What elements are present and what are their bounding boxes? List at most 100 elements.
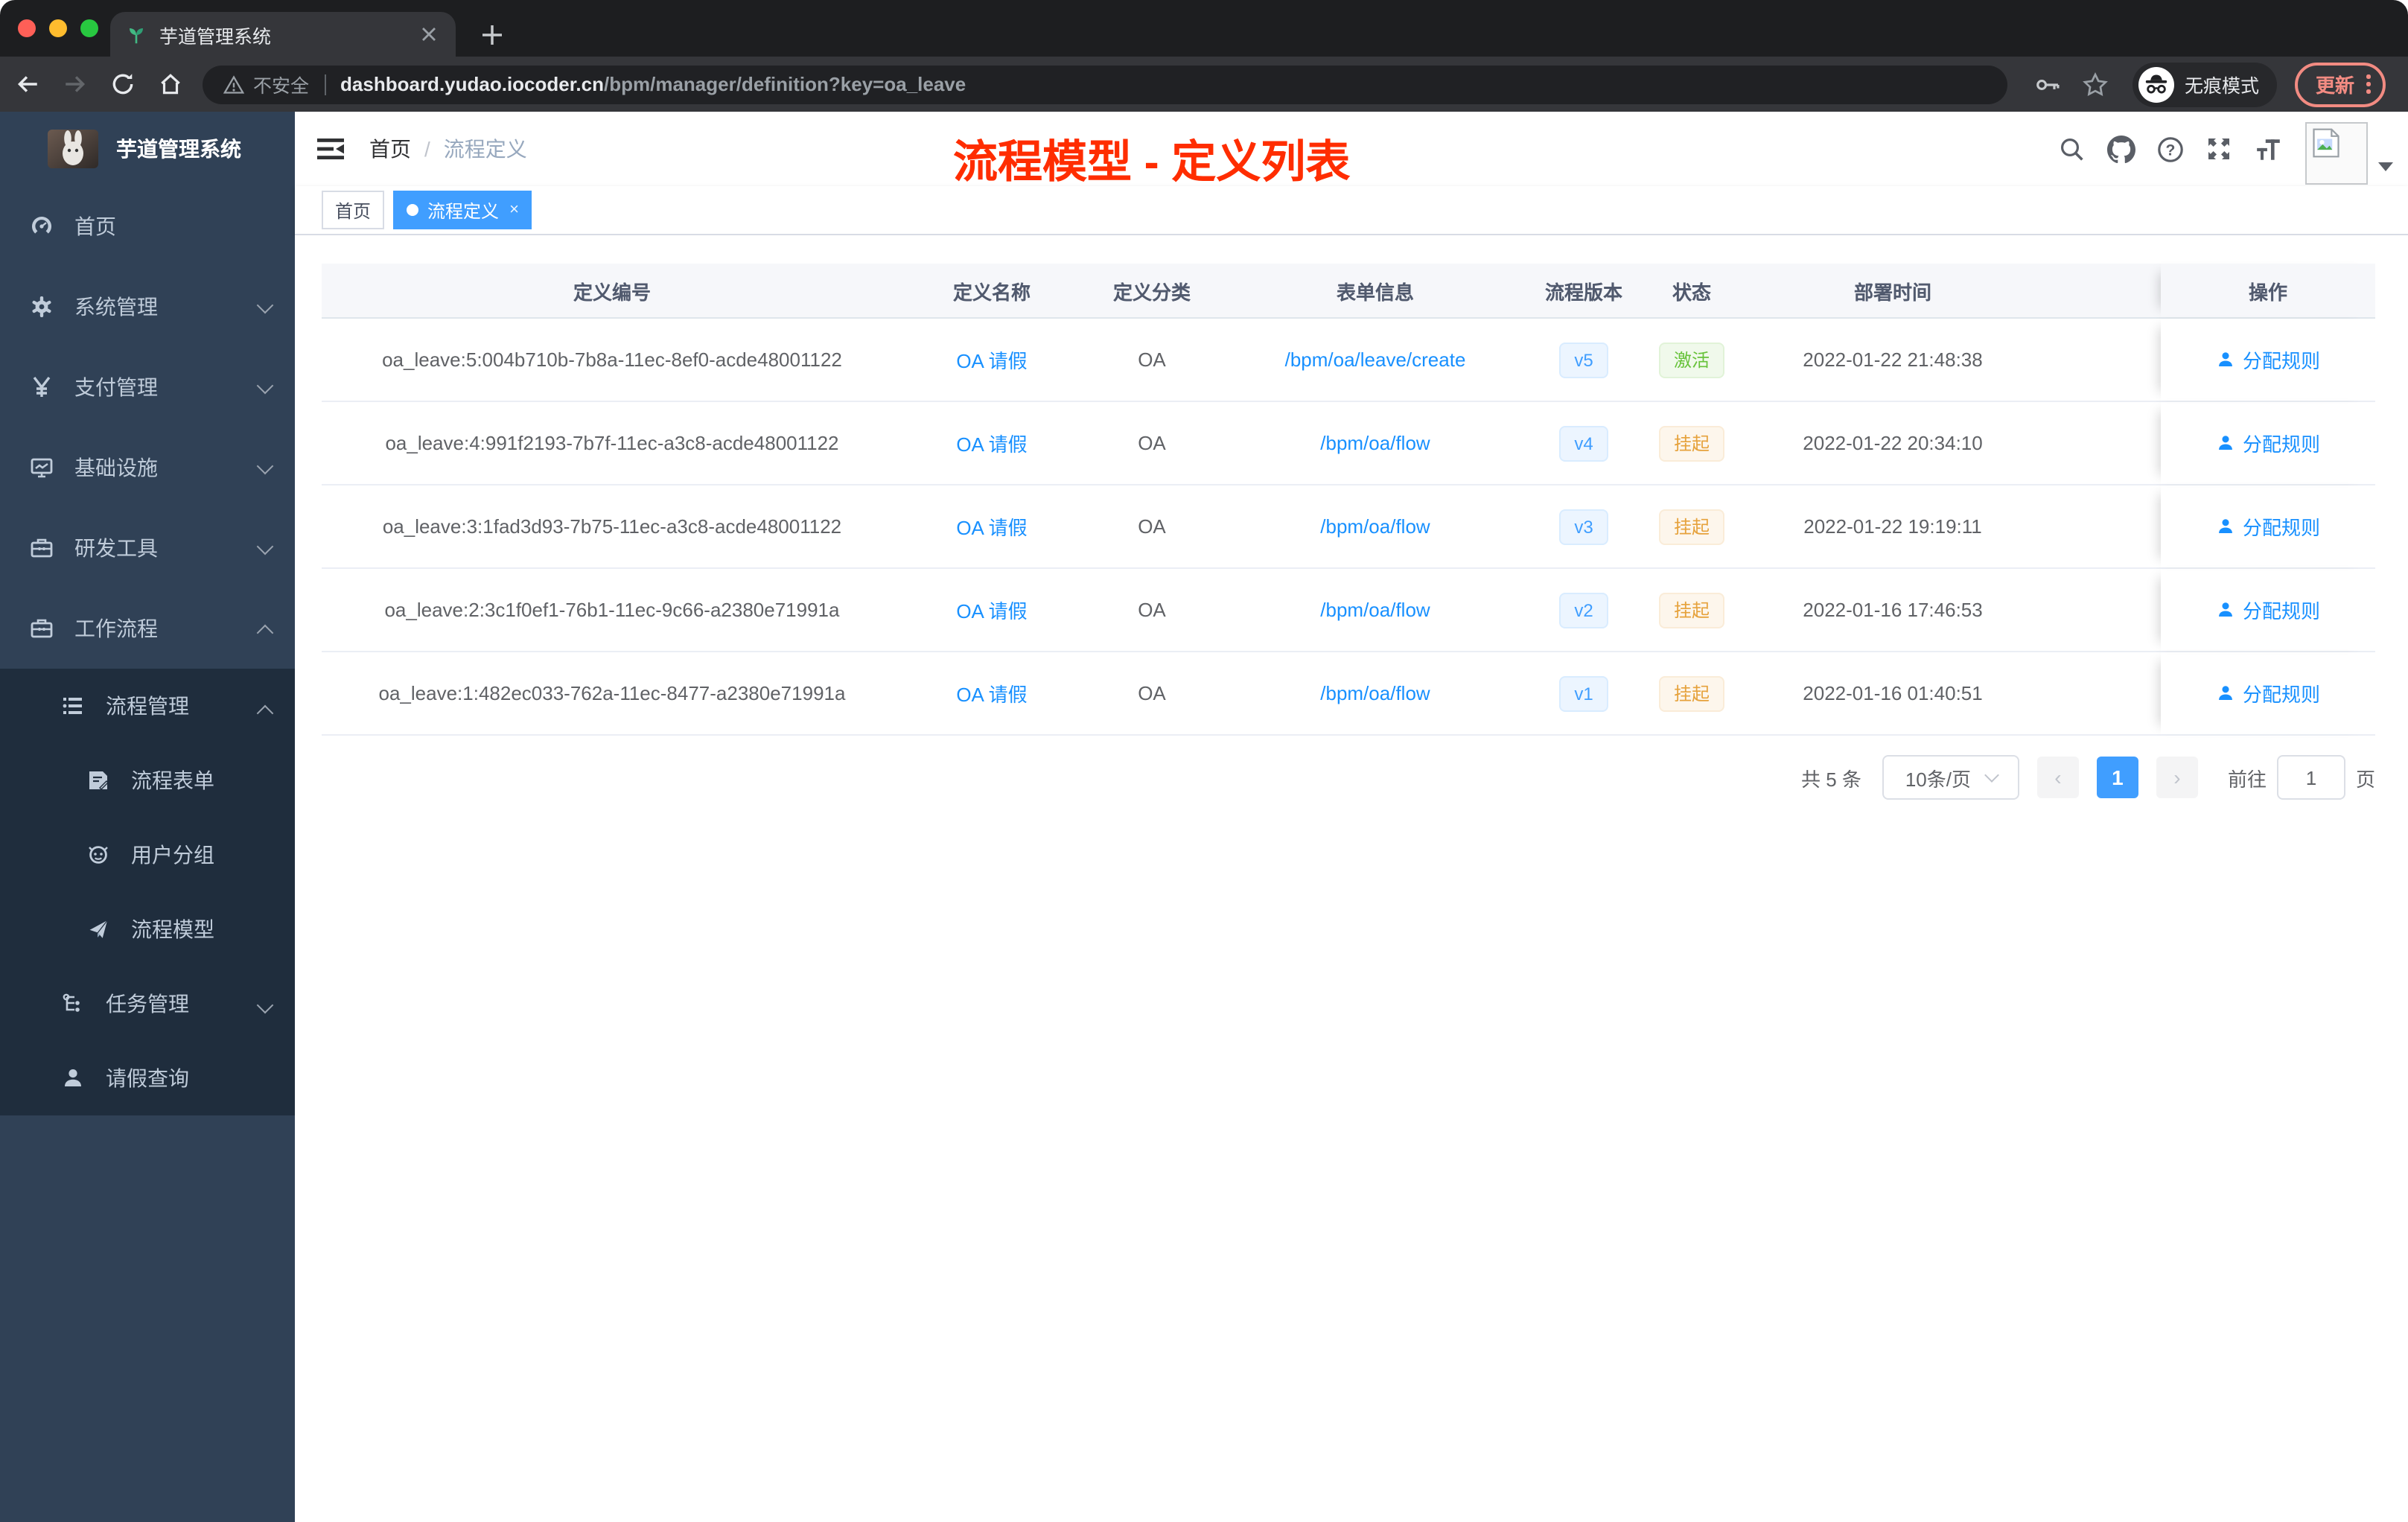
list-icon <box>61 694 85 718</box>
prev-page-button[interactable]: ‹ <box>2036 757 2079 798</box>
sidebar-item-process-form[interactable]: 流程表单 <box>0 743 295 818</box>
definition-id: oa_leave:4:991f2193-7b7f-11ec-a3c8-acde4… <box>385 432 839 454</box>
page-size-select[interactable]: 10条/页 <box>1882 755 2019 800</box>
definition-name-link[interactable]: OA 请假 <box>956 512 1027 541</box>
bookmark-star-icon[interactable] <box>2076 65 2115 104</box>
security-label[interactable]: 不安全 <box>253 70 309 98</box>
user-group-icon <box>86 843 110 867</box>
breadcrumb-current: 流程定义 <box>443 137 527 161</box>
form-link[interactable]: /bpm/oa/flow <box>1320 682 1430 704</box>
version-badge: v2 <box>1559 592 1608 628</box>
user-icon <box>61 1066 85 1090</box>
version-badge: v4 <box>1559 425 1608 461</box>
chevron-up-icon <box>256 624 274 642</box>
search-icon[interactable] <box>2049 127 2094 171</box>
sidebar-item-leave-query[interactable]: 请假查询 <box>0 1041 295 1115</box>
version-badge: v1 <box>1559 675 1608 711</box>
sidebar-item-task-management[interactable]: 任务管理 <box>0 967 295 1041</box>
toolbox-icon <box>30 536 54 560</box>
assign-rule-button[interactable]: 分配规则 <box>2216 512 2320 541</box>
sidebar-item-dev-tools[interactable]: 研发工具 <box>0 508 295 588</box>
sidebar-item-user-group[interactable]: 用户分组 <box>0 818 295 892</box>
assign-rule-button[interactable]: 分配规则 <box>2216 596 2320 624</box>
deploy-time: 2022-01-22 19:19:11 <box>1803 515 1982 538</box>
window-minimize-button[interactable] <box>49 19 67 37</box>
gear-icon <box>30 295 54 319</box>
url-path: /bpm/manager/definition?key=oa_leave <box>604 73 966 95</box>
table-header-row: 定义编号 定义名称 定义分类 表单信息 流程版本 状态 部署时间 操作 <box>322 264 2375 319</box>
new-tab-button[interactable] <box>474 16 509 52</box>
sidebar: 芋道管理系统 首页 系统管理 支付管理 基础设施 研发工具 工作流程 流程管理 … <box>0 112 295 1522</box>
dashboard-icon <box>30 214 54 238</box>
fullscreen-icon[interactable] <box>2197 127 2241 171</box>
assign-rule-button[interactable]: 分配规则 <box>2216 346 2320 374</box>
chevron-down-icon <box>256 996 274 1014</box>
deploy-time: 2022-01-22 20:34:10 <box>1803 432 1983 454</box>
col-form-info: 表单信息 <box>1336 281 1414 303</box>
sidebar-item-infrastructure[interactable]: 基础设施 <box>0 427 295 508</box>
tag-process-definition[interactable]: 流程定义 × <box>393 191 532 229</box>
deploy-time: 2022-01-16 01:40:51 <box>1803 682 1983 704</box>
breadcrumb-home[interactable]: 首页 <box>369 134 411 164</box>
tags-view-bar: 首页 流程定义 × <box>295 186 2408 235</box>
security-warning-icon[interactable] <box>223 74 244 95</box>
definition-name-link[interactable]: OA 请假 <box>956 596 1027 624</box>
chevron-down-icon <box>256 377 274 395</box>
definition-category: OA <box>1138 432 1166 454</box>
address-bar[interactable]: 不安全 dashboard.yudao.iocoder.cn/bpm/manag… <box>203 65 2007 104</box>
goto-page-input[interactable] <box>2276 755 2345 800</box>
status-badge: 挂起 <box>1658 425 1724 461</box>
sidebar-item-process-model[interactable]: 流程模型 <box>0 892 295 967</box>
tag-close-icon[interactable]: × <box>509 201 519 218</box>
help-icon[interactable]: ? <box>2147 127 2192 171</box>
definition-name-link[interactable]: OA 请假 <box>956 346 1027 374</box>
sidebar-item-payment[interactable]: 支付管理 <box>0 347 295 427</box>
current-page-button[interactable]: 1 <box>2096 757 2138 798</box>
chevron-up-icon <box>256 704 274 722</box>
incognito-badge[interactable]: 无痕模式 <box>2133 62 2278 106</box>
logo-avatar <box>48 130 98 168</box>
sidebar-item-process-management[interactable]: 流程管理 <box>0 669 295 743</box>
form-link[interactable]: /bpm/oa/flow <box>1320 515 1430 538</box>
avatar-caret-icon[interactable] <box>2378 162 2393 171</box>
chrome-menu-icon[interactable] <box>2366 74 2371 94</box>
table-row: oa_leave:5:004b710b-7b8a-11ec-8ef0-acde4… <box>322 319 2375 402</box>
form-link[interactable]: /bpm/oa/flow <box>1320 599 1430 621</box>
window-maximize-button[interactable] <box>80 19 98 37</box>
sidebar-item-system[interactable]: 系统管理 <box>0 267 295 347</box>
back-icon[interactable] <box>6 63 48 105</box>
chrome-update-button[interactable]: 更新 <box>2295 62 2386 106</box>
form-link[interactable]: /bpm/oa/flow <box>1320 432 1430 454</box>
font-size-icon[interactable] <box>2246 127 2290 171</box>
definition-id: oa_leave:3:1fad3d93-7b75-11ec-a3c8-acde4… <box>382 515 842 538</box>
definition-id: oa_leave:2:3c1f0ef1-76b1-11ec-9c66-a2380… <box>384 599 840 621</box>
assign-rule-button[interactable]: 分配规则 <box>2216 429 2320 457</box>
sidebar-logo[interactable]: 芋道管理系统 <box>0 112 295 186</box>
tag-home[interactable]: 首页 <box>322 191 385 229</box>
window-close-button[interactable] <box>18 19 36 37</box>
browser-tab[interactable]: 芋道管理系统 <box>110 12 456 57</box>
form-link[interactable]: /bpm/oa/leave/create <box>1285 348 1466 371</box>
assign-rule-button[interactable]: 分配规则 <box>2216 679 2320 707</box>
github-icon[interactable] <box>2098 127 2143 171</box>
forward-icon[interactable] <box>54 63 95 105</box>
col-process-version: 流程版本 <box>1544 281 1622 303</box>
paper-plane-icon <box>86 917 110 941</box>
home-icon[interactable] <box>149 63 191 105</box>
tab-close-icon[interactable] <box>417 22 441 46</box>
definition-name-link[interactable]: OA 请假 <box>956 429 1027 457</box>
pagination-total: 共 5 条 <box>1801 768 1861 790</box>
sidebar-item-workflow[interactable]: 工作流程 <box>0 588 295 669</box>
reload-icon[interactable] <box>101 63 143 105</box>
version-badge: v3 <box>1559 509 1608 544</box>
definition-name-link[interactable]: OA 请假 <box>956 679 1027 707</box>
next-page-button[interactable]: › <box>2156 757 2198 798</box>
avatar[interactable] <box>2305 122 2368 185</box>
tree-icon <box>61 992 85 1016</box>
incognito-label: 无痕模式 <box>2185 76 2260 97</box>
sidebar-toggle-icon[interactable] <box>304 122 357 176</box>
update-label: 更新 <box>2316 74 2355 97</box>
password-key-icon[interactable] <box>2028 65 2067 104</box>
sidebar-item-home[interactable]: 首页 <box>0 186 295 267</box>
status-badge: 激活 <box>1658 342 1724 378</box>
